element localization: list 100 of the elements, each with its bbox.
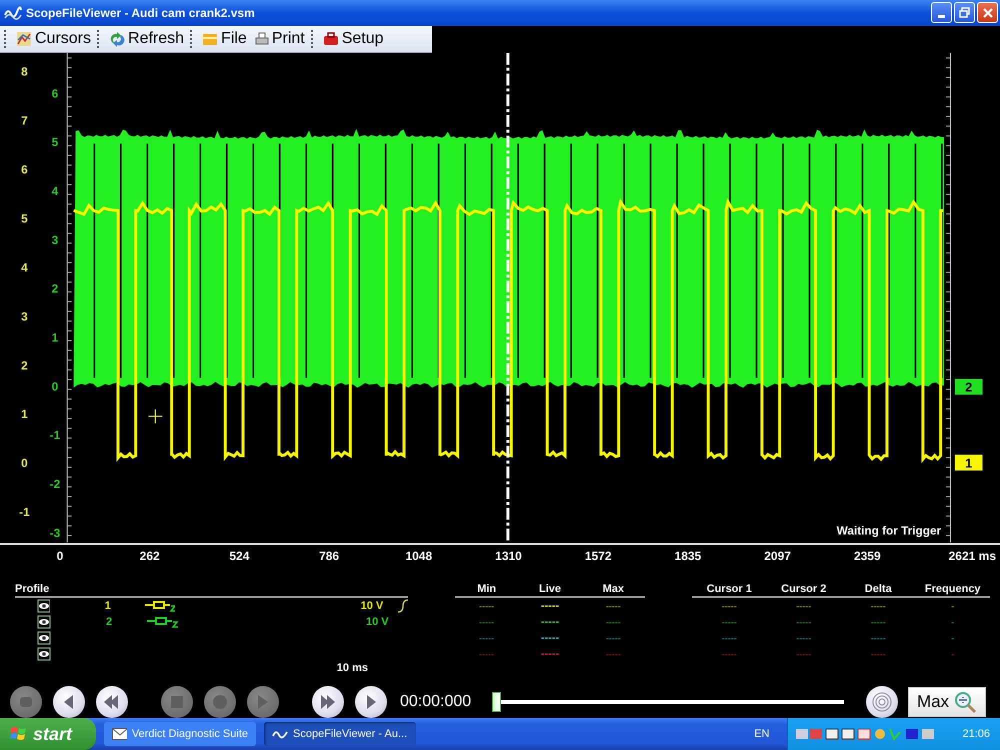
axis-label: 786 [319, 548, 340, 563]
crosshair-icon [148, 409, 163, 424]
taskbar-item[interactable]: ScopeFileViewer - Au... [264, 722, 416, 746]
axis-label: 262 [140, 548, 160, 563]
axis-label: 7 [21, 114, 28, 128]
zoom-icon [953, 690, 978, 714]
axis-label: 0 [21, 456, 28, 470]
toolbox-icon [322, 32, 339, 46]
chart-icon [16, 30, 32, 47]
slider-handle[interactable] [492, 692, 501, 712]
cursors-button[interactable]: Cursors [12, 28, 96, 50]
channel-number: 2 [106, 616, 114, 628]
value-cell-text: ----- [540, 648, 560, 660]
column-header: Profile [15, 583, 50, 596]
value-cell-text: ----- [795, 649, 812, 660]
axis-label: 5 [21, 212, 28, 226]
maximize-icon [958, 6, 970, 19]
column-header: Max [602, 583, 626, 596]
value-cell-text: ----- [720, 633, 738, 644]
position-slider[interactable] [492, 690, 844, 714]
value-cell-text: ----- [604, 617, 622, 628]
column-header: Delta [864, 583, 893, 596]
maximize-button[interactable] [954, 2, 975, 24]
eye-icon[interactable] [37, 615, 51, 630]
fast-forward-button[interactable] [312, 686, 344, 718]
value-cell-text: - [950, 649, 956, 660]
axis-label: 1310 [495, 548, 522, 563]
value-cell-text: ----- [478, 601, 496, 612]
channel-marker: 1 [954, 454, 982, 471]
axis-label: 524 [229, 548, 250, 563]
value-cell-text: ----- [870, 601, 887, 612]
timebase-text: 10 ms [336, 662, 368, 674]
value-cell-text: ----- [604, 633, 622, 644]
eye-icon[interactable] [37, 647, 51, 662]
axis-label: 1 [52, 330, 58, 345]
axis-label: 0 [52, 380, 58, 394]
axis-label: 0 [56, 548, 64, 563]
setup-button[interactable]: Setup [318, 28, 388, 50]
status-text: Waiting for Trigger [836, 524, 942, 538]
value-cell-text: ----- [478, 617, 496, 628]
range-text: 10 V [366, 616, 390, 628]
axis-label: 4 [52, 184, 58, 198]
axis-label: 1835 [674, 548, 702, 563]
zoom-button[interactable]: Max [908, 686, 986, 717]
print-button[interactable]: Print [250, 28, 309, 50]
rewind-button[interactable] [96, 686, 128, 718]
taskbar-item[interactable]: Verdict Diagnostic Suite [104, 722, 256, 746]
refresh-button[interactable]: Refresh [105, 28, 188, 50]
value-cell-text: ----- [720, 617, 738, 628]
value-cell-text: ----- [720, 601, 738, 612]
axis-label: 6 [52, 86, 58, 100]
step-forward-button[interactable] [355, 686, 387, 718]
axis-label: 1572 [584, 548, 612, 563]
file-button[interactable]: File [198, 28, 251, 50]
axis-label: -1 [19, 505, 30, 520]
probe-icon [144, 600, 175, 612]
axis-label: 2 [21, 358, 28, 372]
language-indicator[interactable]: EN [754, 728, 770, 740]
value-cell-text: - [950, 601, 956, 612]
column-header: Min [476, 583, 498, 596]
fingerprint-icon [871, 690, 893, 713]
value-cell-text: ----- [478, 633, 496, 644]
axis-label: 3 [21, 310, 28, 324]
fingerprint-button[interactable] [866, 686, 898, 718]
axis-label: 6 [21, 162, 28, 177]
minimize-icon [938, 15, 945, 18]
value-cell-text: ----- [795, 617, 812, 628]
axis-label: 1048 [405, 548, 432, 563]
eye-icon[interactable] [37, 599, 50, 614]
column-header: Live [538, 583, 562, 596]
probe-icon [146, 616, 180, 628]
range-text: 10 V [360, 600, 384, 612]
channel-number: 1 [104, 600, 112, 612]
wave-icon [4, 6, 22, 20]
minimize-button[interactable] [931, 2, 952, 24]
value-cell-text: - [950, 617, 956, 628]
axis-label: 2 [52, 282, 58, 296]
axis-label: -2 [50, 477, 60, 492]
axis-label: -1 [50, 428, 60, 442]
value-cell-text: ----- [540, 616, 560, 628]
axis-label: 8 [21, 64, 28, 79]
column-header: Cursor 1 [706, 583, 753, 596]
folder-icon [202, 32, 218, 46]
value-cell-text: ----- [870, 617, 887, 628]
windows-logo-icon [10, 726, 28, 742]
axis-label: 2097 [764, 548, 791, 563]
eye-icon[interactable] [37, 631, 51, 646]
step-back-button[interactable] [53, 686, 85, 718]
value-cell-text: ----- [720, 649, 738, 660]
window-title: ScopeFileViewer - Audi cam crank2.vsm [26, 6, 256, 20]
axis-label: 4 [21, 260, 28, 275]
axis-label: 2359 [854, 548, 881, 563]
value-cell-text: ----- [604, 649, 622, 660]
axis-label: 5 [52, 135, 58, 150]
axis-label: 3 [52, 233, 58, 247]
axis-label: -3 [50, 526, 60, 540]
close-button[interactable] [977, 2, 998, 24]
axis-label: 2621 ms [948, 548, 996, 563]
value-cell-text: ----- [870, 633, 887, 644]
refresh-icon [109, 30, 126, 47]
